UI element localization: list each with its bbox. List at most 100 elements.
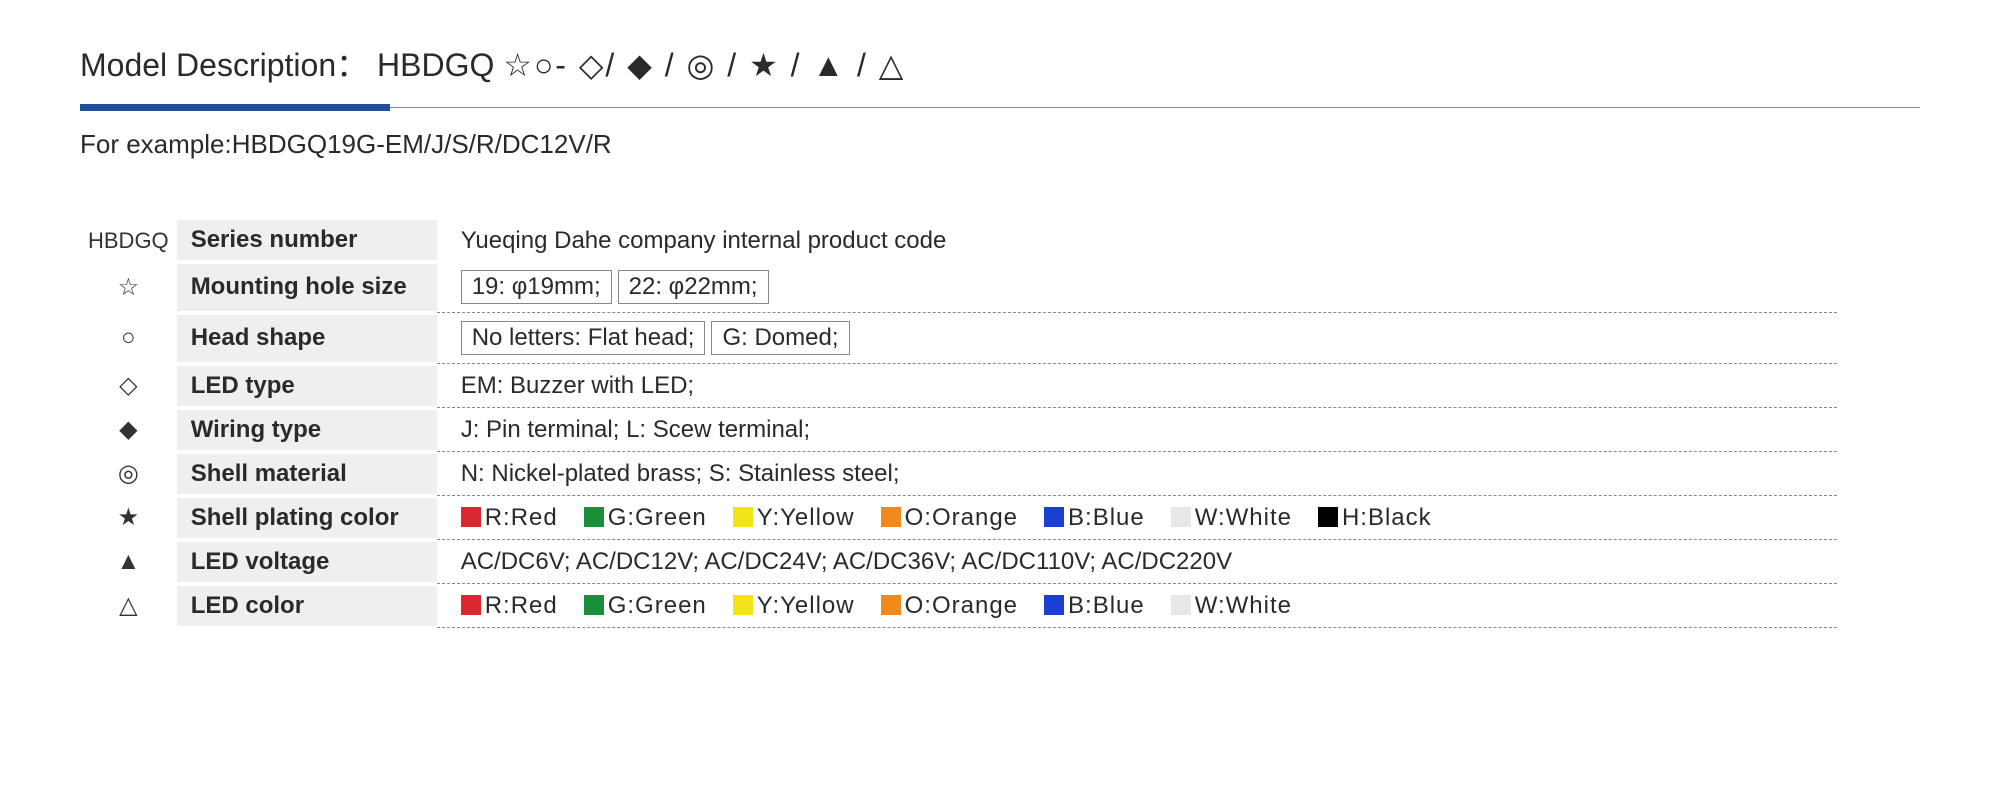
row-value: No letters: Flat head;G: Domed;: [437, 313, 1837, 364]
row-label: Wiring type: [177, 408, 437, 452]
row-value: R:Red G:Green Y:Yellow O:Orange B:Blue W:Whit…: [437, 584, 1837, 628]
table-row: Mounting hole size19: φ19mm;22: φ22mm;: [80, 262, 1837, 313]
color-option: O:Orange: [881, 592, 1018, 620]
color-option: Y:Yellow: [733, 592, 855, 620]
color-swatch: [881, 507, 901, 527]
row-symbol: [80, 584, 177, 628]
row-value: EM: Buzzer with LED;: [437, 364, 1837, 408]
color-swatch: [584, 595, 604, 615]
color-swatch: [461, 507, 481, 527]
divider-accent: [80, 104, 390, 111]
spec-table: HBDGQSeries number Yueqing Dahe company i…: [80, 220, 1837, 630]
color-label: H:Black: [1342, 504, 1432, 531]
table-row: Shell material N: Nickel-plated brass; S:…: [80, 452, 1837, 496]
sym-star-filled-icon: [118, 504, 140, 531]
row-value: Yueqing Dahe company internal product co…: [437, 220, 1837, 262]
title-code-prefix: HBDGQ: [377, 47, 494, 83]
color-option: G:Green: [584, 592, 707, 620]
row-symbol: [80, 262, 177, 313]
row-value-text: Yueqing Dahe company internal product co…: [461, 227, 947, 254]
color-option: W:White: [1171, 504, 1292, 532]
table-row: LED type EM: Buzzer with LED;: [80, 364, 1837, 408]
table-row: LED color R:Red G:Green Y:Yellow O:Orange B:B…: [80, 584, 1837, 628]
row-symbol: [80, 313, 177, 364]
table-row: LED voltage AC/DC6V; AC/DC12V; AC/DC24V; …: [80, 540, 1837, 584]
row-label: Shell plating color: [177, 496, 437, 540]
color-option: O:Orange: [881, 504, 1018, 532]
row-value: N: Nickel-plated brass; S: Stainless ste…: [437, 452, 1837, 496]
sym-star-outline-icon: [118, 274, 140, 301]
boxed-option: 19: φ19mm;: [461, 270, 612, 304]
color-label: G:Green: [608, 592, 707, 619]
color-swatch: [1171, 507, 1191, 527]
color-option: W:White: [1171, 592, 1292, 620]
color-swatch: [733, 507, 753, 527]
example-text: For example:HBDGQ19G-EM/J/S/R/DC12V/R: [80, 129, 1920, 160]
color-swatch: [733, 595, 753, 615]
row-symbol: HBDGQ: [80, 220, 177, 262]
table-row: Shell plating color R:Red G:Green Y:Yellow O…: [80, 496, 1837, 540]
table-row: Wiring type J: Pin terminal; L: Scew term…: [80, 408, 1837, 452]
row-label: Shell material: [177, 452, 437, 496]
color-label: W:White: [1195, 504, 1292, 531]
color-label: G:Green: [608, 504, 707, 531]
color-swatch: [1171, 595, 1191, 615]
sym-circle-outline-icon: [121, 324, 136, 351]
divider-line: [390, 107, 1920, 108]
color-label: O:Orange: [905, 504, 1018, 531]
row-label: LED type: [177, 364, 437, 408]
color-option: B:Blue: [1044, 592, 1145, 620]
row-value-text: AC/DC6V; AC/DC12V; AC/DC24V; AC/DC36V; A…: [461, 548, 1232, 575]
boxed-option: No letters: Flat head;: [461, 321, 706, 355]
color-label: R:Red: [485, 592, 558, 619]
boxed-option: G: Domed;: [711, 321, 849, 355]
row-label: LED color: [177, 584, 437, 628]
row-value: AC/DC6V; AC/DC12V; AC/DC24V; AC/DC36V; A…: [437, 540, 1837, 584]
color-swatch: [881, 595, 901, 615]
divider: [80, 104, 1920, 111]
page-title: Model Description： HBDGQ ☆○- ◇/ ◆ / ◎ / …: [80, 40, 1920, 86]
boxed-option: 22: φ22mm;: [618, 270, 769, 304]
color-option: R:Red: [461, 504, 558, 532]
row-label: Series number: [177, 220, 437, 262]
color-option: R:Red: [461, 592, 558, 620]
color-swatch: [584, 507, 604, 527]
row-symbol: [80, 496, 177, 540]
color-option: B:Blue: [1044, 504, 1145, 532]
row-value: R:Red G:Green Y:Yellow O:Orange B:Blue W:Whit…: [437, 496, 1837, 540]
row-label: Head shape: [177, 313, 437, 364]
row-value-text: EM: Buzzer with LED;: [461, 372, 694, 399]
color-label: O:Orange: [905, 592, 1018, 619]
color-option: Y:Yellow: [733, 504, 855, 532]
sym-diamond-filled-icon: [119, 416, 137, 443]
color-label: Y:Yellow: [757, 504, 855, 531]
sym-double-circle-icon: [118, 460, 139, 487]
row-value: J: Pin terminal; L: Scew terminal;: [437, 408, 1837, 452]
color-swatch: [461, 595, 481, 615]
sym-triangle-filled-icon: [116, 548, 140, 575]
color-label: B:Blue: [1068, 592, 1145, 619]
row-symbol: [80, 540, 177, 584]
table-row: HBDGQSeries number Yueqing Dahe company i…: [80, 220, 1837, 262]
row-symbol: [80, 408, 177, 452]
color-label: Y:Yellow: [757, 592, 855, 619]
row-label: LED voltage: [177, 540, 437, 584]
color-option: G:Green: [584, 504, 707, 532]
sym-diamond-outline-icon: [119, 372, 137, 399]
color-swatch: [1044, 507, 1064, 527]
color-label: R:Red: [485, 504, 558, 531]
color-swatch: [1318, 507, 1338, 527]
color-label: B:Blue: [1068, 504, 1145, 531]
row-value: 19: φ19mm;22: φ22mm;: [437, 262, 1837, 313]
row-value-text: N: Nickel-plated brass; S: Stainless ste…: [461, 460, 900, 487]
title-symbols: ☆○- ◇/ ◆ / ◎ / ★ / ▲ / △: [503, 47, 905, 83]
row-symbol: [80, 364, 177, 408]
color-label: W:White: [1195, 592, 1292, 619]
table-row: Head shapeNo letters: Flat head;G: Domed…: [80, 313, 1837, 364]
color-swatch: [1044, 595, 1064, 615]
color-option: H:Black: [1318, 504, 1432, 532]
title-label: Model Description：: [80, 47, 368, 83]
row-symbol: [80, 452, 177, 496]
row-label: Mounting hole size: [177, 262, 437, 313]
row-value-text: J: Pin terminal; L: Scew terminal;: [461, 416, 810, 443]
